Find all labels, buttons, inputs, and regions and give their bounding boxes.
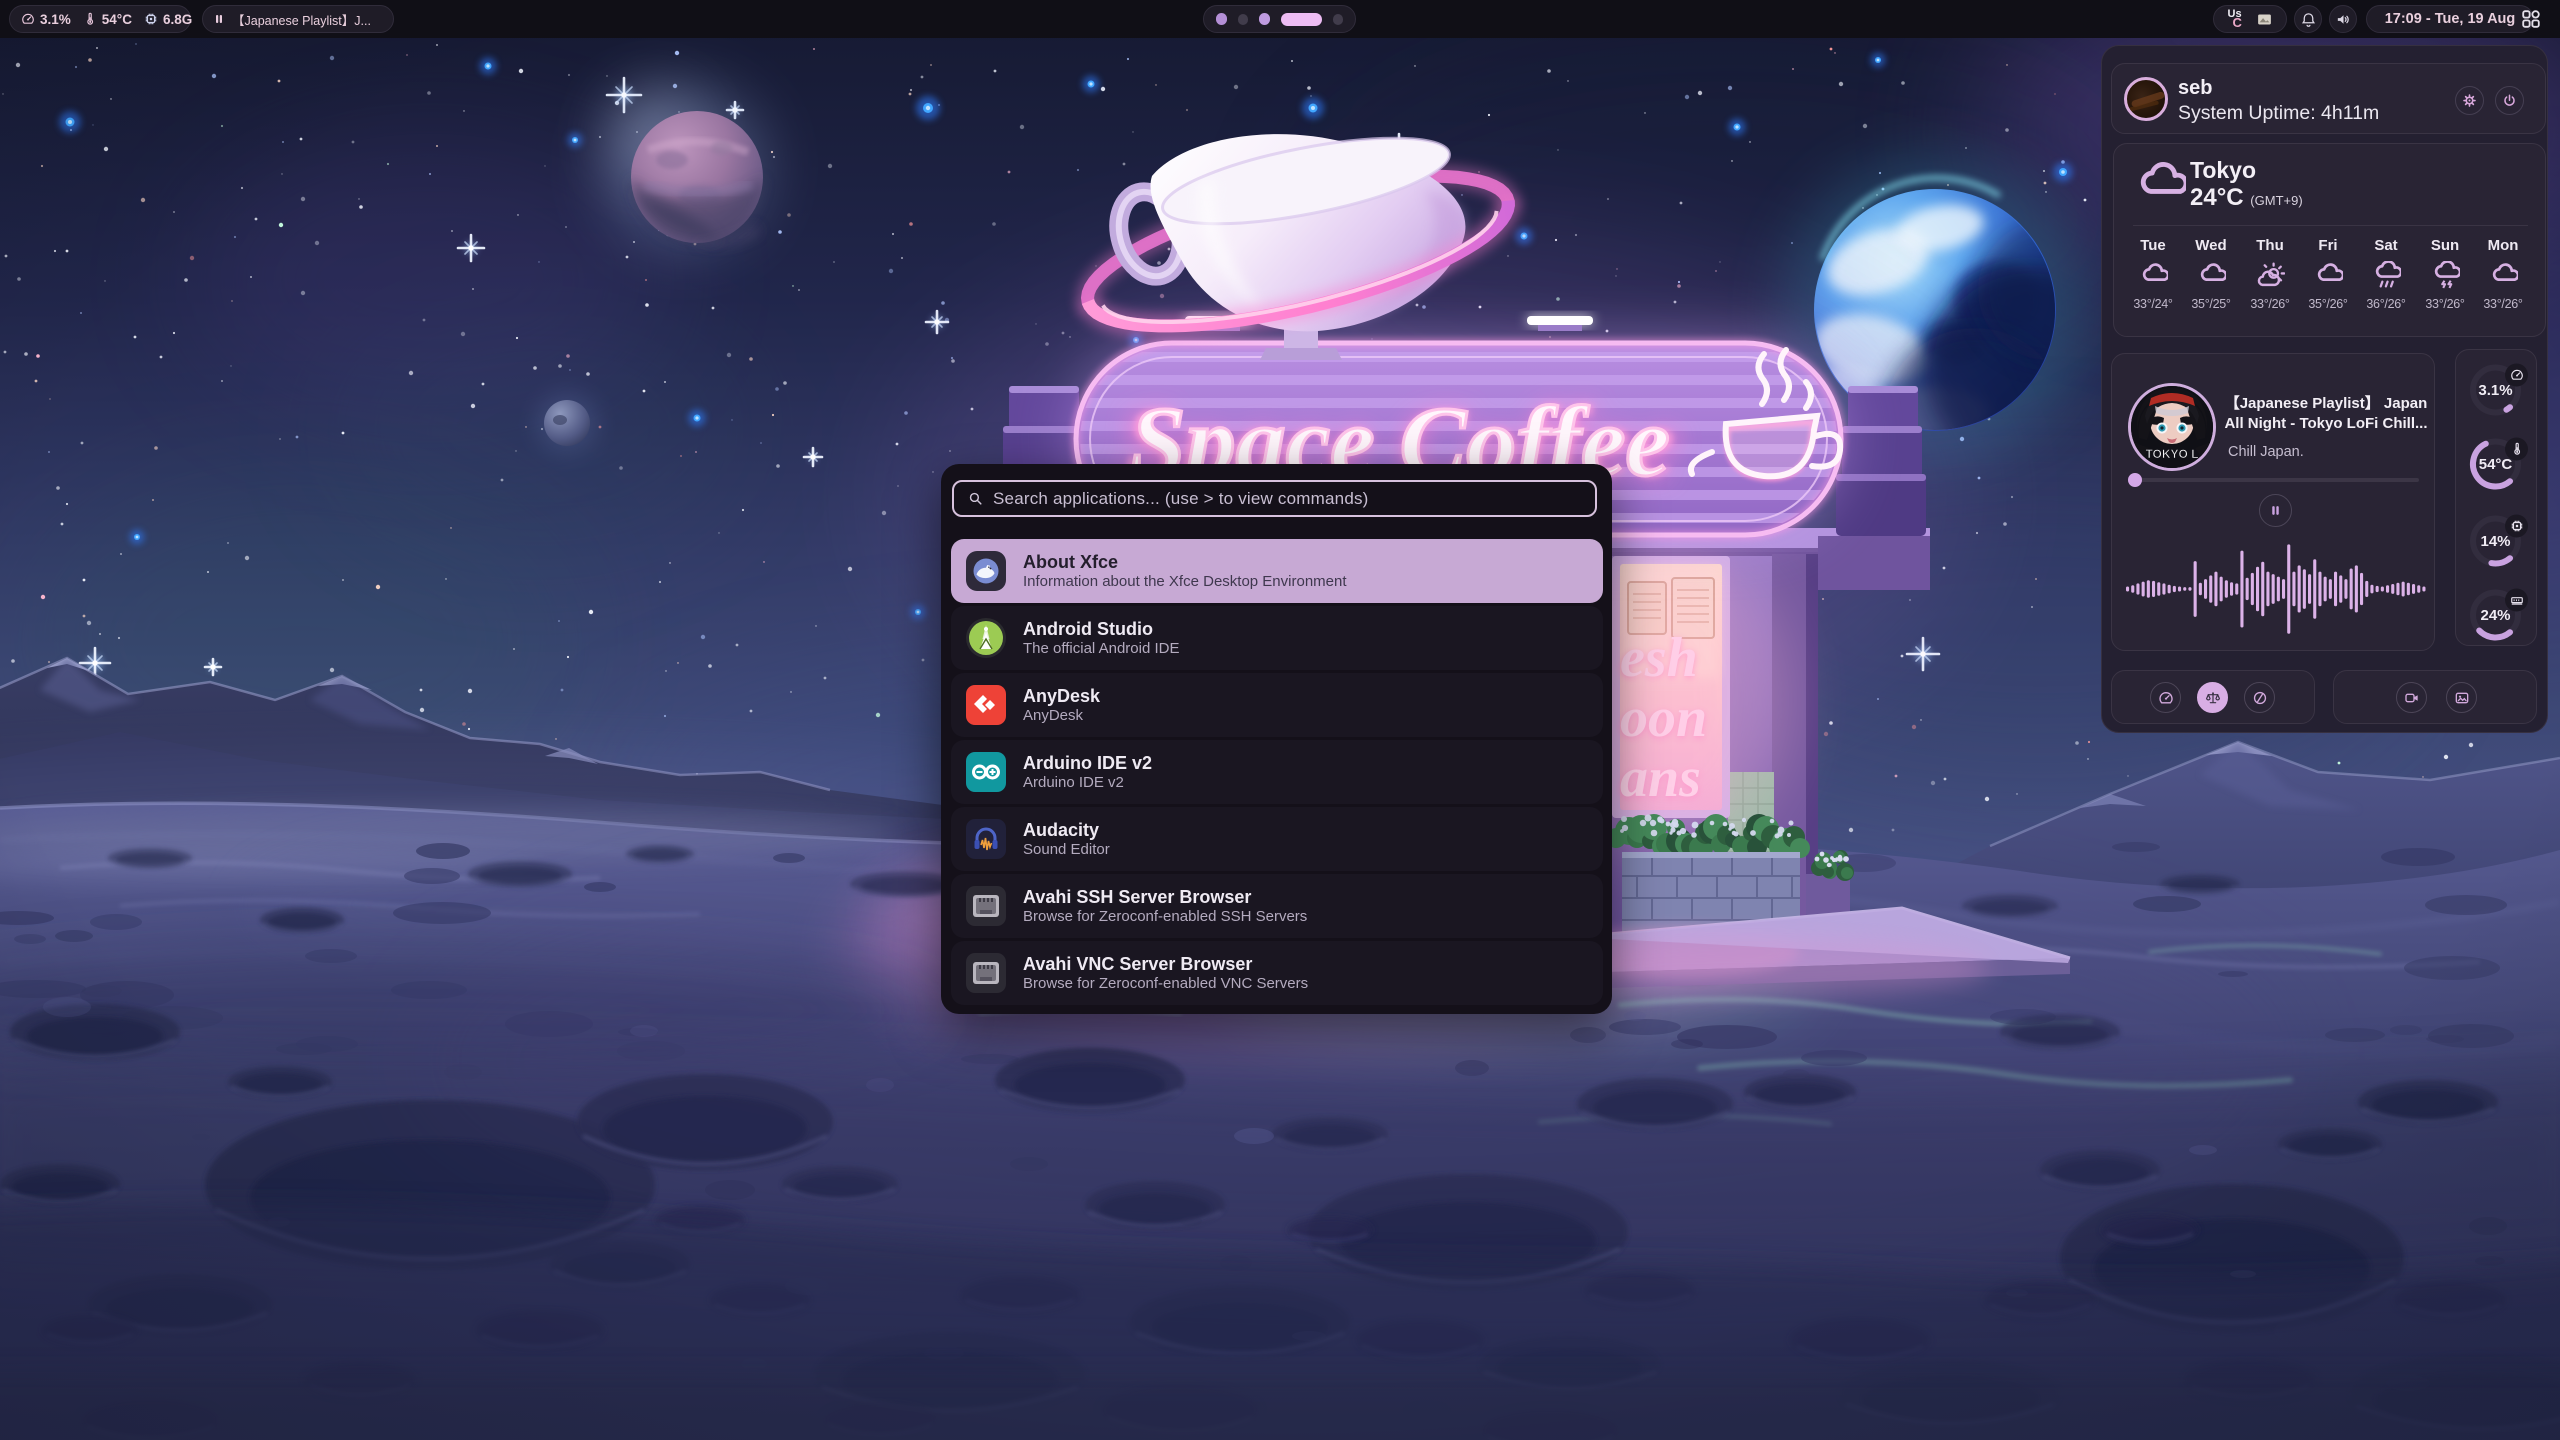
svg-text:14%: 14%: [2480, 533, 2510, 550]
svg-text:3.1%: 3.1%: [2478, 382, 2512, 399]
svg-text:54°C: 54°C: [2479, 456, 2513, 473]
svg-text:24%: 24%: [2480, 607, 2510, 624]
svg-text:TOKYO L: TOKYO L: [2145, 447, 2198, 461]
